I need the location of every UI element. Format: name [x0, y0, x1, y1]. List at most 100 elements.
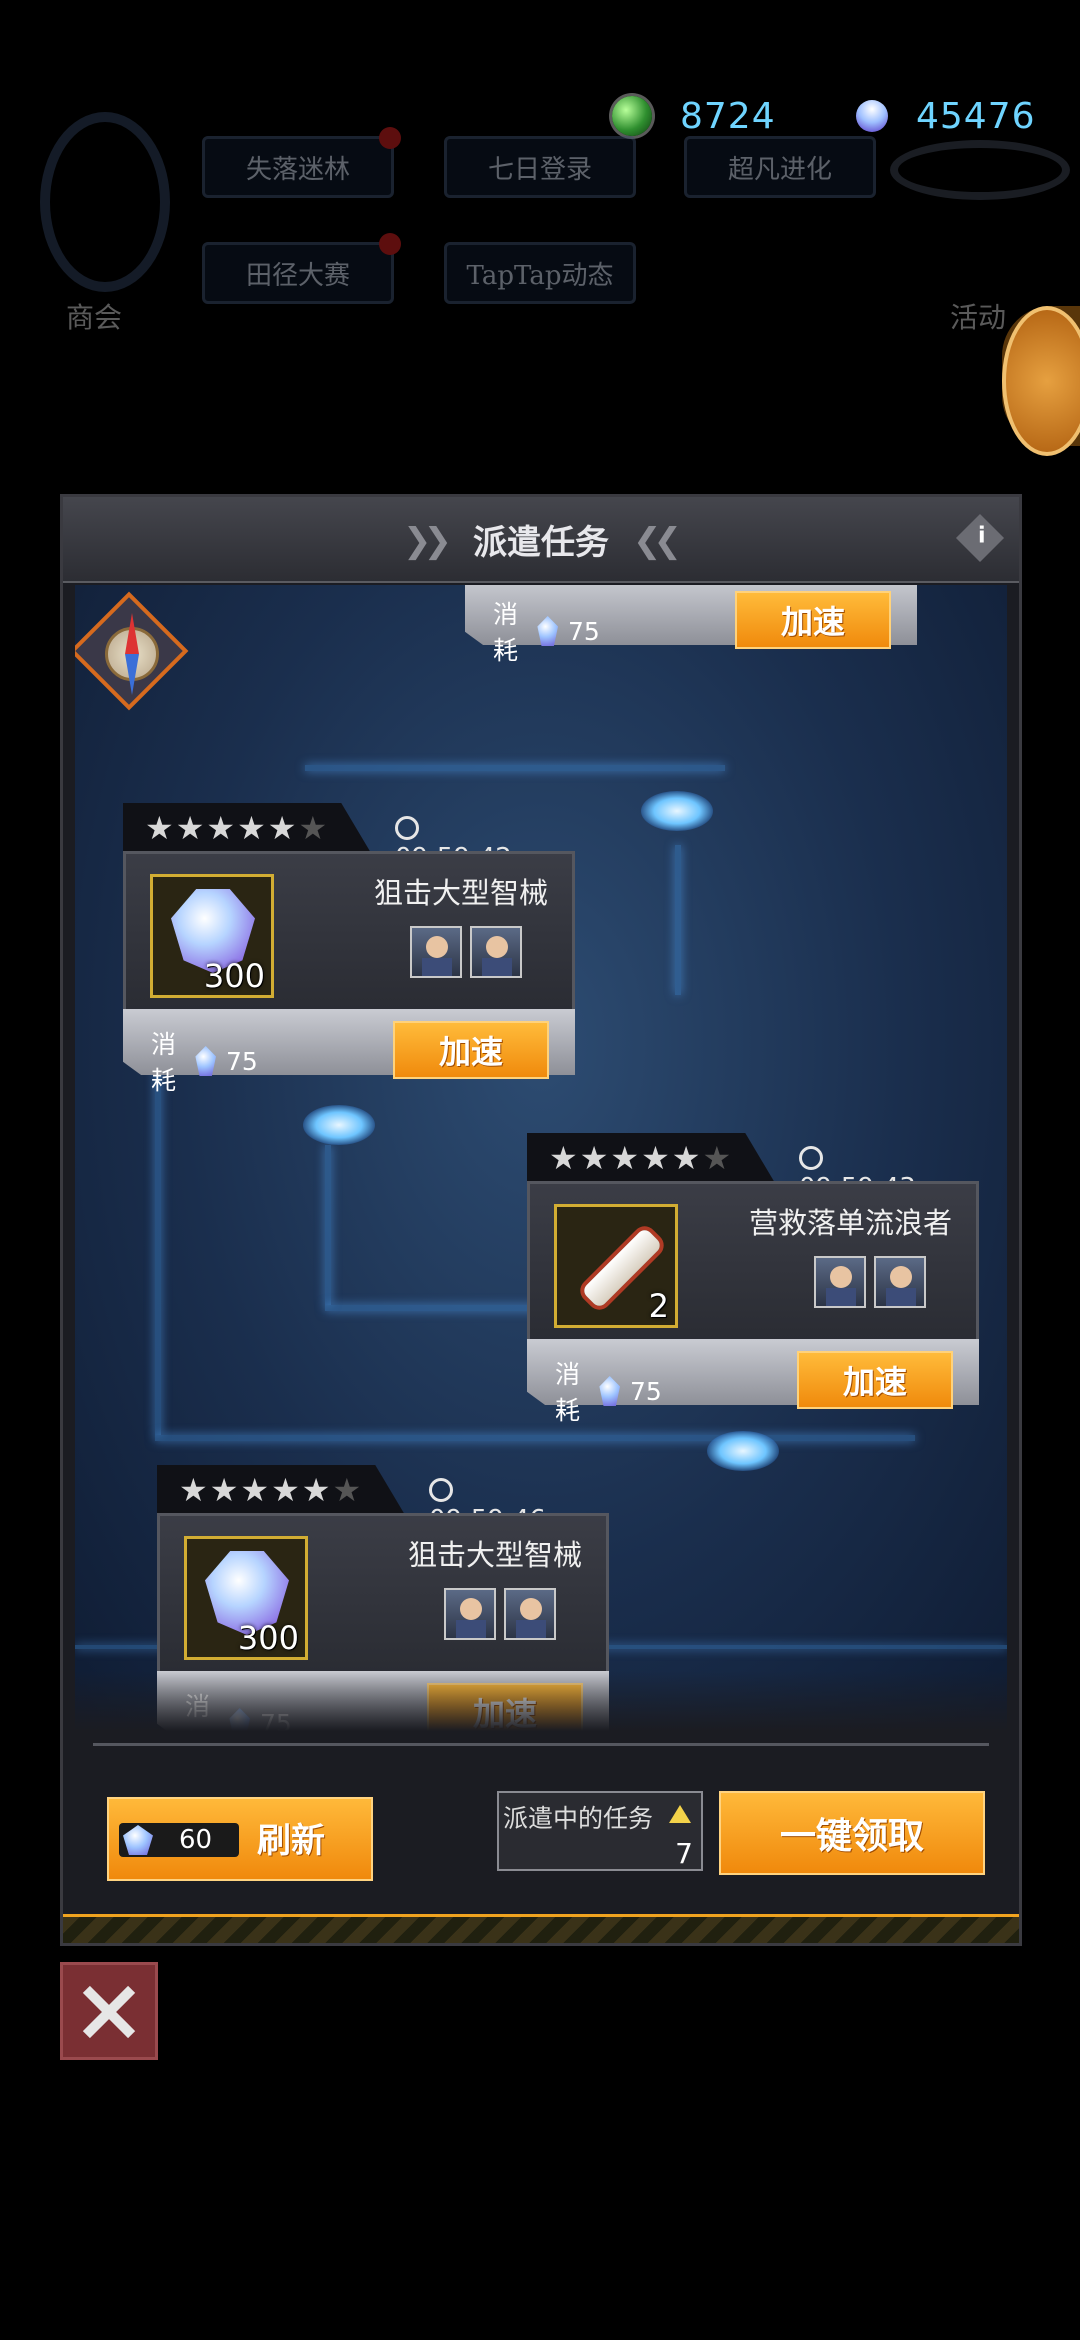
speed-up-button[interactable]: 加速: [393, 1021, 549, 1079]
stars-filled: ★★★★★: [145, 809, 299, 847]
speed-up-button[interactable]: 加速: [735, 591, 891, 649]
mission-name: 营救落单流浪者: [748, 1206, 952, 1240]
green-currency-value: 8724: [680, 95, 776, 137]
counter-label: 派遣中的任务: [503, 1804, 654, 1833]
cost-bar: [157, 1671, 609, 1731]
event-label: 活动: [950, 301, 1007, 334]
map-node: [641, 791, 713, 831]
blue-currency-value: 45476: [916, 95, 1036, 137]
dispatch-panel: ❯❯ 派遣任务 ❮❮ i ★★★★★★ 300 消耗75 加速: [60, 494, 1022, 1946]
cost-label: 消耗: [151, 1030, 177, 1095]
mission-stars-tab: ★★★★★★: [123, 803, 371, 853]
stars-empty: ★: [332, 1471, 364, 1509]
refresh-label: 刷新: [257, 1821, 325, 1861]
cost-label: 消耗: [555, 1360, 581, 1425]
stars-empty: ★: [702, 1139, 734, 1177]
seven-day-login-button: 七日登录: [444, 136, 636, 198]
speedup-cost: 消耗 75: [493, 595, 600, 667]
speed-up-button[interactable]: 加速: [427, 1683, 583, 1731]
hero-avatar: [874, 1256, 926, 1308]
speed-up-button[interactable]: 加速: [797, 1351, 953, 1409]
stars-filled: ★★★★★: [179, 1471, 333, 1509]
panel-footer: 60 刷新 派遣中的任务 7 一键领取: [63, 1735, 1019, 1943]
track-meet-label: 田径大赛: [245, 260, 350, 291]
info-icon: i: [977, 523, 986, 549]
compass-icon: [75, 591, 191, 713]
reward-quantity: 300: [203, 957, 265, 995]
notification-dot: [379, 233, 401, 255]
mission-body[interactable]: 300 狙击大型智械: [123, 851, 575, 1015]
blue-crystal-icon: [849, 93, 895, 139]
hero-avatar: [444, 1588, 496, 1640]
track-meet-button: 田径大赛: [202, 233, 401, 304]
refresh-button[interactable]: 60 刷新: [107, 1797, 373, 1881]
star-rating: ★★★★★★: [145, 809, 329, 847]
cost-value: 75: [630, 1376, 662, 1406]
map-path: [155, 1435, 915, 1441]
refresh-cost: 60: [179, 1825, 213, 1855]
hero-avatar: [410, 926, 462, 978]
hero-avatar: [504, 1588, 556, 1640]
mission-map[interactable]: ★★★★★★ 300 消耗75 加速 ★★★★★★ 09:59:42 300 狙…: [75, 585, 1007, 1731]
hero-avatar: [470, 926, 522, 978]
panel-header: ❯❯ 派遣任务 ❮❮ i: [63, 497, 1019, 583]
evolution-label: 超凡进化: [727, 154, 832, 185]
star-rating: ★★★★★★: [549, 1139, 733, 1177]
mission-body[interactable]: 2 营救落单流浪者: [527, 1181, 979, 1345]
stars-filled: ★★★★★: [549, 1139, 703, 1177]
mission-stars-tab: ★★★★★★: [157, 1465, 405, 1515]
guild-wheel-icon: [40, 112, 170, 292]
reward-slot[interactable]: 2: [554, 1204, 678, 1328]
hero-avatar: [814, 1256, 866, 1308]
map-path: [305, 765, 725, 771]
cost-value: 75: [568, 616, 600, 646]
crystal-icon: [229, 1708, 251, 1731]
mission-name: 狙击大型智械: [373, 876, 548, 910]
reward-slot[interactable]: 300: [150, 874, 274, 998]
stars-empty: ★: [298, 809, 330, 847]
mission-name: 狙击大型智械: [407, 1538, 582, 1572]
seven-day-login-label: 七日登录: [487, 154, 592, 185]
map-node: [707, 1431, 779, 1471]
guild-label: 商会: [66, 301, 123, 334]
avatar-icon: [1002, 306, 1080, 456]
clock-icon: [395, 816, 419, 840]
map-path: [675, 845, 681, 995]
active-dispatch-counter: 派遣中的任务 7: [497, 1791, 703, 1871]
crystal-icon: [537, 616, 559, 646]
clock-icon: [799, 1146, 823, 1170]
taptap-news-button: TapTap动态: [444, 242, 636, 304]
reward-quantity: 300: [237, 1619, 299, 1657]
hero-avatars: [410, 926, 522, 978]
close-button[interactable]: [60, 1962, 158, 2060]
event-portal-icon: [890, 140, 1070, 200]
claim-all-button[interactable]: 一键领取: [719, 1791, 985, 1875]
crystal-icon: [599, 1376, 621, 1406]
counter-value: 7: [675, 1837, 693, 1870]
hazard-stripe: [63, 1914, 1019, 1943]
divider: [93, 1743, 989, 1746]
notification-dot: [379, 127, 401, 149]
mission-body[interactable]: 300 狙击大型智械: [157, 1513, 609, 1677]
star-rating: ★★★★★★: [179, 1471, 363, 1509]
reward-quantity: 2: [648, 1287, 669, 1325]
reward-slot[interactable]: 300: [184, 1536, 308, 1660]
cost-value: 75: [226, 1046, 258, 1076]
speedup-cost: 消耗 75: [555, 1355, 662, 1427]
speedup-cost: 消耗 75: [151, 1025, 258, 1097]
blue-currency: 45476: [849, 88, 1036, 144]
cost-label: 消耗: [493, 600, 519, 665]
panel-title: 派遣任务: [473, 523, 609, 563]
cost-label: 消耗: [185, 1692, 211, 1731]
clock-icon: [429, 1478, 453, 1502]
hero-avatars: [814, 1256, 926, 1308]
lost-forest-button: 失落迷林: [202, 127, 401, 198]
triangle-up-icon: [669, 1805, 691, 1823]
speedup-cost: 消耗 75: [185, 1687, 292, 1731]
crystal-icon: [195, 1046, 217, 1076]
green-orb-icon: [612, 96, 652, 136]
taptap-news-label: TapTap动态: [466, 260, 614, 291]
mission-stars-tab: ★★★★★★: [527, 1133, 775, 1183]
map-path: [325, 1145, 331, 1305]
lost-forest-label: 失落迷林: [245, 154, 350, 185]
